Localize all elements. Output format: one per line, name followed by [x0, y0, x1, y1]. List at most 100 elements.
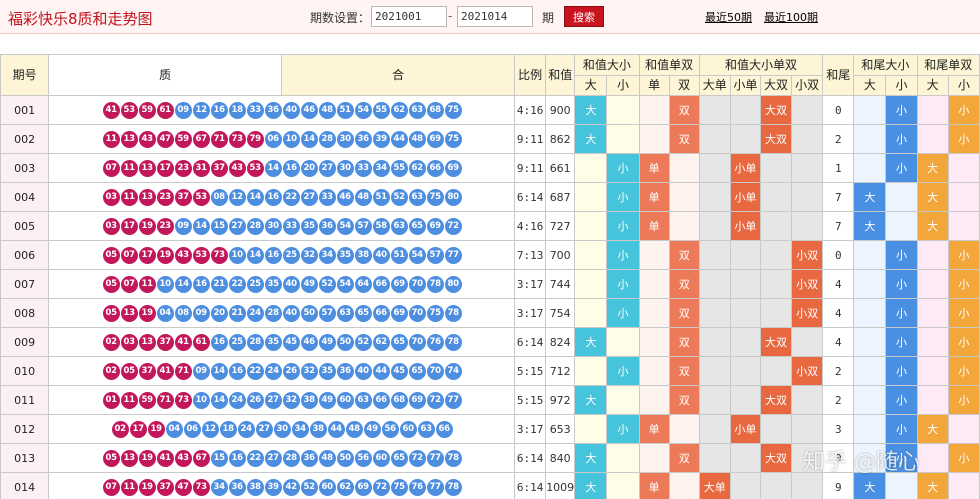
tail-size-cell: 小 — [885, 298, 918, 328]
composite-ball: 24 — [246, 304, 264, 322]
prime-ball: 13 — [120, 304, 138, 322]
tail-parity-cell: 大 — [916, 414, 949, 444]
composite-ball: 09 — [174, 101, 192, 119]
tail-parity-cell — [916, 356, 949, 386]
composite-ball: 70 — [408, 275, 426, 293]
composite-ball: 70 — [408, 304, 426, 322]
last-50-link[interactable]: 最近50期 — [705, 9, 752, 25]
ratio-cell: 6:14 — [514, 472, 547, 499]
composite-ball: 69 — [408, 391, 426, 409]
ratio-cell: 9:11 — [514, 124, 547, 154]
tail-parity-cell: 小 — [947, 298, 980, 328]
prime-ball: 41 — [156, 362, 174, 380]
prime-ball: 53 — [120, 101, 138, 119]
composite-ball: 77 — [426, 478, 444, 496]
start-period-input[interactable] — [371, 6, 447, 27]
prime-ball: 73 — [174, 391, 192, 409]
sum-size-cell: 小 — [606, 153, 640, 183]
table-row: 007 05 07 11 10 14 16 21 22 25 35 40 49 52 54 64 66 69 70 7… — [0, 269, 980, 299]
composite-ball: 40 — [282, 304, 300, 322]
composite-ball: 72 — [444, 217, 462, 235]
sum-size-cell: 大 — [574, 385, 608, 415]
issue-cell: 005 — [0, 211, 50, 241]
tail-cell: 1 — [822, 153, 855, 183]
composite-ball: 57 — [318, 304, 336, 322]
tail-size-cell — [853, 269, 887, 299]
col-sum-size: 和值大小 — [574, 53, 640, 77]
sum-parity-cell: 双 — [668, 95, 700, 125]
composite-ball: 21 — [228, 304, 246, 322]
prime-ball: 02 — [102, 362, 120, 380]
sub-big: 大 — [574, 75, 608, 96]
prime-ball: 07 — [102, 478, 120, 496]
sum-size-cell: 小 — [606, 211, 640, 241]
table-row: 009 02 03 13 37 41 61 16 25 28 35 45 46 49 50 52 62 65 70 7… — [0, 327, 980, 357]
sum-cell: 712 — [545, 356, 576, 386]
tail-cell: 7 — [822, 182, 855, 212]
prime-ball: 37 — [156, 478, 174, 496]
tail-size-cell: 小 — [885, 240, 918, 270]
composite-ball: 38 — [354, 246, 372, 264]
issue-cell: 013 — [0, 443, 50, 473]
prime-ball: 19 — [156, 246, 174, 264]
sum-size-cell: 小 — [606, 298, 640, 328]
tail-parity-cell: 大 — [916, 472, 949, 499]
prime-ball: 05 — [102, 304, 120, 322]
composite-ball: 14 — [300, 130, 318, 148]
sum-size-cell — [574, 182, 608, 212]
composite-ball: 14 — [246, 246, 264, 264]
composite-ball: 33 — [282, 217, 300, 235]
prime-ball: 53 — [192, 188, 210, 206]
prime-ball: 59 — [138, 101, 156, 119]
prime-ball: 43 — [174, 449, 192, 467]
tail-cell: 0 — [822, 95, 855, 125]
sum-parity-cell — [668, 153, 700, 183]
tail-parity-cell: 小 — [947, 443, 980, 473]
sum-combo-cell: 大单 — [698, 472, 731, 499]
tail-size-cell — [853, 298, 887, 328]
sum-combo-cell: 大双 — [759, 385, 793, 415]
sub-odd: 单 — [638, 75, 670, 96]
prime-ball: 43 — [174, 246, 192, 264]
composite-ball: 69 — [390, 304, 408, 322]
trend-table: 期号 质 合 比例 和值 和值大小 和值单双 和值大小单双 和尾 和尾大小 和尾… — [0, 53, 980, 499]
composite-ball: 12 — [192, 101, 210, 119]
composite-ball: 34 — [210, 478, 228, 496]
search-button[interactable]: 搜索 — [564, 6, 604, 27]
col-composite: 合 — [281, 54, 516, 96]
composite-ball: 40 — [282, 101, 300, 119]
sum-size-cell: 小 — [606, 240, 640, 270]
sum-combo-cell: 小单 — [729, 153, 761, 183]
draw-numbers-cell: 07 11 19 37 47 73 34 36 38 39 42 52 60 62 69 72 75 76 77 78 — [48, 472, 516, 499]
sum-parity-cell: 双 — [668, 356, 700, 386]
last-100-link[interactable]: 最近100期 — [764, 9, 818, 25]
sum-combo-cell: 大双 — [759, 327, 793, 357]
composite-ball: 27 — [318, 159, 336, 177]
sum-parity-cell: 单 — [638, 182, 670, 212]
sum-combo-cell — [729, 269, 761, 299]
composite-ball: 75 — [426, 188, 444, 206]
sum-size-cell — [606, 385, 640, 415]
end-period-input[interactable] — [457, 6, 533, 27]
composite-ball: 14 — [192, 217, 210, 235]
composite-ball: 50 — [300, 304, 318, 322]
composite-ball: 04 — [165, 420, 183, 438]
sum-size-cell — [574, 298, 608, 328]
composite-ball: 69 — [426, 217, 444, 235]
ratio-cell: 3:17 — [514, 414, 547, 444]
sum-combo-cell — [698, 240, 731, 270]
sum-size-cell: 大 — [574, 472, 608, 499]
prime-ball: 79 — [246, 130, 264, 148]
tail-size-cell — [853, 327, 887, 357]
composite-ball: 56 — [354, 449, 372, 467]
sum-combo-cell — [729, 385, 761, 415]
composite-ball: 46 — [300, 101, 318, 119]
composite-ball: 49 — [318, 391, 336, 409]
tail-parity-cell — [916, 124, 949, 154]
prime-ball: 13 — [120, 449, 138, 467]
tail-cell: 3 — [822, 414, 855, 444]
composite-ball: 75 — [426, 304, 444, 322]
prime-ball: 13 — [138, 333, 156, 351]
col-sum: 和值 — [545, 54, 576, 96]
composite-ball: 35 — [300, 217, 318, 235]
